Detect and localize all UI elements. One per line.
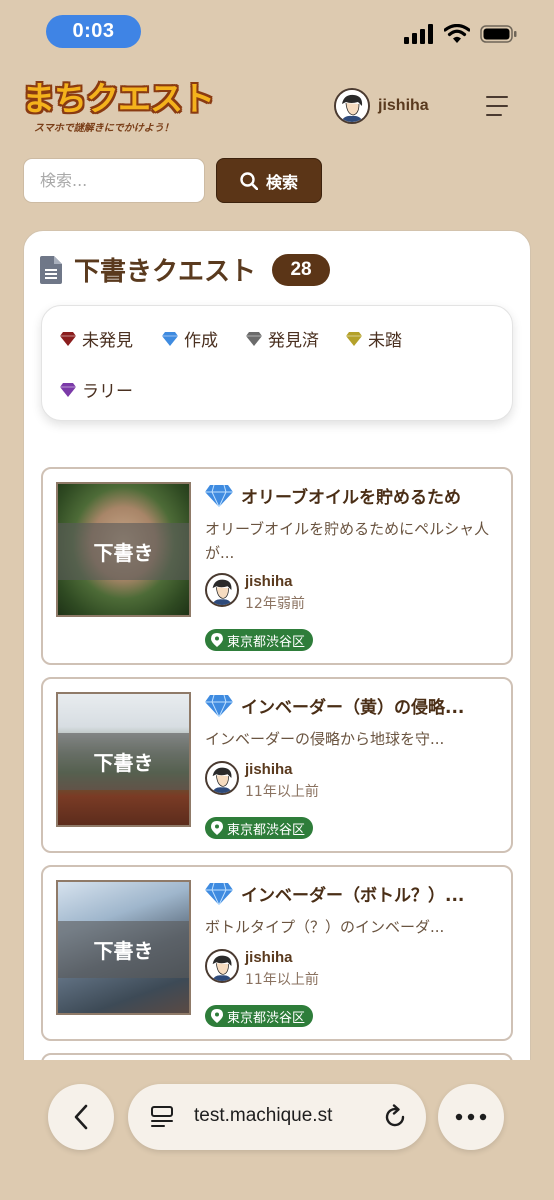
draft-badge: 下書き xyxy=(58,733,189,790)
legend-label: ラリー xyxy=(82,382,133,402)
quest-time: 11年以上前 xyxy=(245,972,319,988)
location-badge: 東京都渋谷区 xyxy=(205,629,314,651)
cellular-signal-icon xyxy=(404,24,433,44)
address-bar[interactable]: test.machique.st xyxy=(128,1084,426,1150)
url-text: test.machique.st xyxy=(194,1105,333,1126)
quest-author: jishiha 12年弱前 xyxy=(205,573,305,613)
legend-label: 作成 xyxy=(184,331,218,351)
avatar-face-icon xyxy=(211,579,233,605)
location-text: 東京都渋谷区 xyxy=(227,1010,306,1026)
battery-icon xyxy=(480,25,517,43)
author-name: jishiha xyxy=(245,573,293,590)
quest-card[interactable]: 下書き オリーブオイルを貯めるため オリーブオイルを貯めるためにペルシャ人が..… xyxy=(41,467,513,665)
quest-card[interactable]: 下書き インベーダー（黄）の侵略... インベーダーの侵略から地球を守... j… xyxy=(41,677,513,853)
search-icon xyxy=(240,171,258,190)
author-avatar xyxy=(205,949,239,983)
search-button-label: 検索 xyxy=(265,172,298,192)
location-text: 東京都渋谷区 xyxy=(227,634,306,650)
quest-author: jishiha 11年以上前 xyxy=(205,949,319,989)
quest-description: インベーダーの侵略から地球を守... xyxy=(205,730,445,748)
quest-time: 11年以上前 xyxy=(245,784,319,800)
gem-icon xyxy=(60,331,76,346)
legend-label: 発見済 xyxy=(268,331,319,351)
avatar-face-icon xyxy=(211,767,233,793)
menu-button[interactable] xyxy=(486,96,512,118)
quest-thumbnail: 下書き xyxy=(56,880,191,1015)
wifi-icon xyxy=(444,24,470,43)
gem-icon xyxy=(246,331,262,346)
legend-item-unvisited: 未踏 xyxy=(346,326,402,351)
menu-icon xyxy=(486,96,508,98)
gem-icon xyxy=(205,882,233,905)
status-bar: 0:03 xyxy=(0,0,554,64)
more-options-button[interactable] xyxy=(438,1084,504,1150)
quest-title-text: インベーダー（ボトル？）... xyxy=(241,886,465,906)
quest-author: jishiha 11年以上前 xyxy=(205,761,319,801)
quest-count-badge: 28 xyxy=(272,253,331,286)
author-avatar xyxy=(205,573,239,607)
document-icon xyxy=(40,255,62,284)
legend-item-created: 作成 xyxy=(162,326,218,351)
quest-title: オリーブオイルを貯めるため xyxy=(205,483,461,508)
legend-box: 未発見 作成 発見済 未踏 ラリー xyxy=(41,305,513,421)
legend-item-discovered: 発見済 xyxy=(246,326,319,351)
legend-item-rally: ラリー xyxy=(60,377,133,402)
legend-item-undiscovered: 未発見 xyxy=(60,326,133,351)
location-text: 東京都渋谷区 xyxy=(227,822,306,838)
reload-icon[interactable] xyxy=(382,1104,408,1130)
location-badge: 東京都渋谷区 xyxy=(205,817,314,839)
back-button[interactable] xyxy=(48,1084,114,1150)
quest-description: オリーブオイルを貯めるためにペルシャ人が... xyxy=(205,520,490,562)
page-menu-icon xyxy=(151,1106,173,1127)
avatar-face-icon xyxy=(336,90,368,122)
quest-thumbnail: 下書き xyxy=(56,482,191,617)
avatar-face-icon xyxy=(211,955,233,981)
legend-label: 未発見 xyxy=(82,331,133,351)
draft-badge: 下書き xyxy=(58,921,189,978)
map-pin-icon xyxy=(211,821,223,835)
quest-title: インベーダー（ボトル？）... xyxy=(205,881,464,906)
panel-title: 下書きクエスト xyxy=(74,257,257,287)
quest-time: 12年弱前 xyxy=(245,596,305,612)
search-button[interactable]: 検索 xyxy=(216,158,322,203)
author-name: jishiha xyxy=(245,761,293,778)
site-logo[interactable]: まちクエスト スマホで謎解きにでかけよう！ xyxy=(22,79,215,136)
status-icons xyxy=(404,24,518,44)
quest-thumbnail: 下書き xyxy=(56,692,191,827)
gem-icon xyxy=(346,331,362,346)
quest-description: ボトルタイプ（？）のインベーダ... xyxy=(205,918,445,936)
quest-card[interactable]: 下書き インベーダー（ボトル？）... ボトルタイプ（？）のインベーダ... j… xyxy=(41,865,513,1041)
header-username: jishiha xyxy=(378,97,429,114)
status-time: 0:03 xyxy=(46,15,141,48)
map-pin-icon xyxy=(211,633,223,647)
logo-tagline: スマホで謎解きにでかけよう！ xyxy=(34,123,174,134)
gem-icon xyxy=(162,331,178,346)
legend-label: 未踏 xyxy=(368,331,402,351)
more-dots-icon xyxy=(455,1113,487,1121)
panel-header: 下書きクエスト 28 xyxy=(40,251,331,288)
location-badge: 東京都渋谷区 xyxy=(205,1005,314,1027)
gem-icon xyxy=(205,484,233,507)
user-menu[interactable]: jishiha xyxy=(334,88,429,124)
chevron-left-icon xyxy=(74,1104,88,1130)
author-avatar xyxy=(205,761,239,795)
draft-quests-panel: 下書きクエスト 28 未発見 作成 発見済 未踏 ラリー 下書き オリーブオイル… xyxy=(23,230,531,1090)
logo-text: まちクエスト xyxy=(22,79,215,118)
quest-title: インベーダー（黄）の侵略... xyxy=(205,693,464,718)
map-pin-icon xyxy=(211,1009,223,1023)
author-name: jishiha xyxy=(245,949,293,966)
gem-icon xyxy=(60,382,76,397)
user-avatar xyxy=(334,88,370,124)
draft-badge: 下書き xyxy=(58,523,189,580)
search-input[interactable] xyxy=(23,158,205,203)
quest-title-text: オリーブオイルを貯めるため xyxy=(241,488,461,508)
quest-title-text: インベーダー（黄）の侵略... xyxy=(241,698,465,718)
gem-icon xyxy=(205,694,233,717)
